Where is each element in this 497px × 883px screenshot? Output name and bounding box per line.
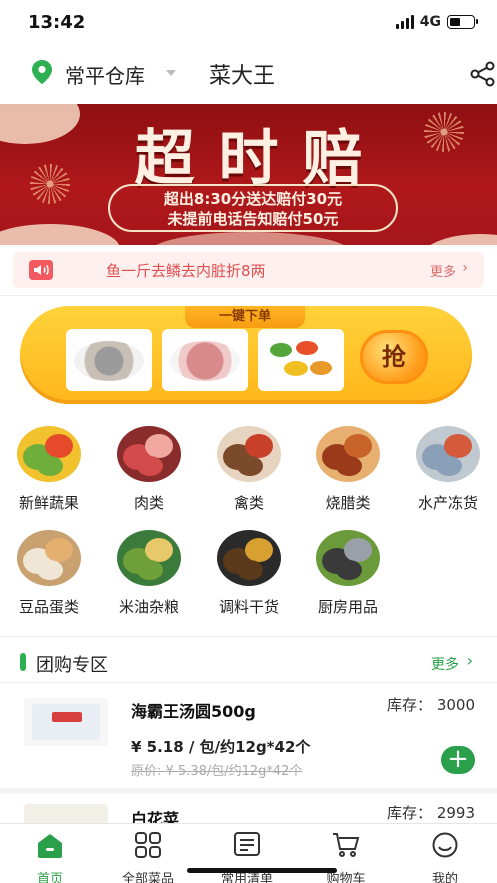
product-stock: 库存： 3000 bbox=[387, 696, 475, 714]
divider bbox=[0, 636, 497, 637]
category-label: 禽类 bbox=[233, 494, 264, 512]
category-item[interactable]: 水产冻货 bbox=[398, 426, 497, 513]
chevron-right-icon[interactable]: › bbox=[462, 260, 468, 276]
product-image bbox=[24, 698, 108, 746]
location-pin-icon bbox=[32, 60, 52, 84]
speaker-icon bbox=[29, 260, 53, 280]
list-icon bbox=[234, 832, 260, 856]
notice-more-link[interactable]: 更多 bbox=[430, 261, 456, 280]
category-item[interactable]: 肉类 bbox=[99, 426, 199, 513]
product-card[interactable]: 海霸王汤圆500g 库存： 3000 ¥ 5.18 / 包/约12g*42个 原… bbox=[0, 690, 497, 786]
food-image-meat bbox=[162, 329, 248, 391]
quick-order-card[interactable]: 一键下单 抢 bbox=[20, 306, 472, 404]
notice-text: 鱼一斤去鳞去内脏折8两 bbox=[106, 262, 266, 280]
home-icon bbox=[38, 834, 62, 858]
share-icon[interactable] bbox=[469, 60, 497, 88]
tab-cart[interactable]: 购物车 bbox=[306, 832, 386, 883]
vegetables-icon bbox=[17, 426, 81, 482]
grid-icon bbox=[135, 832, 161, 858]
kitchenware-icon bbox=[316, 530, 380, 586]
group-buy-more-link[interactable]: 更多 bbox=[431, 654, 459, 674]
top-header: 常平仓库 菜大王 bbox=[0, 48, 497, 100]
add-to-cart-button[interactable]: + bbox=[441, 746, 475, 774]
status-indicators: 4G bbox=[395, 14, 478, 30]
product-original-price: 原价: ¥ 5.38/包/约12g*42个 bbox=[131, 764, 303, 779]
cart-icon bbox=[333, 833, 360, 857]
grab-button[interactable]: 抢 bbox=[360, 330, 428, 384]
warehouse-selector[interactable]: 常平仓库 bbox=[65, 60, 145, 89]
category-label: 豆品蛋类 bbox=[18, 598, 79, 616]
store-name: 菜大王 bbox=[209, 64, 276, 89]
seasoning-icon bbox=[217, 530, 281, 586]
profile-icon bbox=[432, 832, 458, 858]
category-item[interactable]: 新鲜蔬果 bbox=[0, 426, 99, 513]
food-image-fish bbox=[66, 329, 152, 391]
divider bbox=[0, 295, 497, 296]
poultry-icon bbox=[217, 426, 281, 482]
status-time: 13:42 bbox=[28, 12, 86, 33]
category-item[interactable]: 烧腊类 bbox=[298, 426, 398, 513]
category-label: 厨房用品 bbox=[317, 598, 378, 616]
roast-meat-icon bbox=[316, 426, 380, 482]
tab-label: 首页 bbox=[36, 872, 63, 883]
product-name: 海霸王汤圆500g bbox=[131, 702, 256, 721]
category-label: 肉类 bbox=[133, 494, 164, 512]
eggs-icon bbox=[17, 530, 81, 586]
bottom-tab-bar: 首页 全部菜品 常用清单 购物车 我的 bbox=[0, 823, 497, 883]
battery-icon bbox=[447, 15, 478, 29]
meat-icon bbox=[117, 426, 181, 482]
category-item[interactable]: 米油杂粮 bbox=[99, 530, 199, 617]
quick-order-tag: 一键下单 bbox=[185, 306, 305, 328]
category-label: 米油杂粮 bbox=[118, 598, 179, 616]
chevron-right-icon[interactable]: › bbox=[467, 651, 473, 670]
group-buy-title: 团购专区 bbox=[36, 655, 108, 676]
category-item[interactable]: 厨房用品 bbox=[298, 530, 398, 617]
tab-profile[interactable]: 我的 bbox=[405, 832, 485, 883]
tab-label: 全部菜品 bbox=[121, 872, 174, 883]
seafood-icon bbox=[416, 426, 480, 482]
tab-home[interactable]: 首页 bbox=[10, 832, 90, 883]
tab-all-dishes[interactable]: 全部菜品 bbox=[108, 832, 188, 883]
network-label: 4G bbox=[419, 14, 441, 30]
notice-bar[interactable]: 鱼一斤去鳞去内脏折8两 更多 › bbox=[13, 252, 484, 288]
product-card[interactable]: 白花菜 库存： 2993 bbox=[0, 796, 497, 826]
banner-line-2: 未提前电话告知赔付50元 bbox=[167, 210, 339, 228]
section-gap bbox=[0, 788, 497, 794]
category-label: 调料干货 bbox=[218, 598, 279, 616]
signal-icon bbox=[395, 15, 414, 29]
category-label: 新鲜蔬果 bbox=[18, 494, 79, 512]
tab-label: 我的 bbox=[431, 872, 458, 883]
section-marker bbox=[20, 653, 26, 671]
divider bbox=[0, 682, 497, 683]
category-item[interactable]: 豆品蛋类 bbox=[0, 530, 99, 617]
chevron-down-icon[interactable] bbox=[166, 70, 176, 76]
product-stock: 库存： 2993 bbox=[387, 804, 475, 822]
status-bar: 13:42 4G bbox=[0, 0, 497, 46]
product-price: ¥ 5.18 / 包/约12g*42个 bbox=[131, 738, 311, 756]
category-item[interactable]: 调料干货 bbox=[199, 530, 299, 617]
category-label: 烧腊类 bbox=[325, 494, 371, 512]
food-image-vegetables bbox=[258, 329, 344, 391]
banner-line-1: 超出8:30分送达赔付30元 bbox=[163, 190, 343, 208]
tab-common-list[interactable]: 常用清单 bbox=[207, 832, 287, 883]
rice-oil-icon bbox=[117, 530, 181, 586]
category-label: 水产冻货 bbox=[417, 494, 478, 512]
home-indicator bbox=[187, 868, 337, 873]
promo-banner[interactable]: 超时赔 超出8:30分送达赔付30元 未提前电话告知赔付50元 bbox=[0, 104, 497, 245]
banner-terms: 超出8:30分送达赔付30元 未提前电话告知赔付50元 bbox=[108, 184, 398, 232]
category-item[interactable]: 禽类 bbox=[199, 426, 299, 513]
